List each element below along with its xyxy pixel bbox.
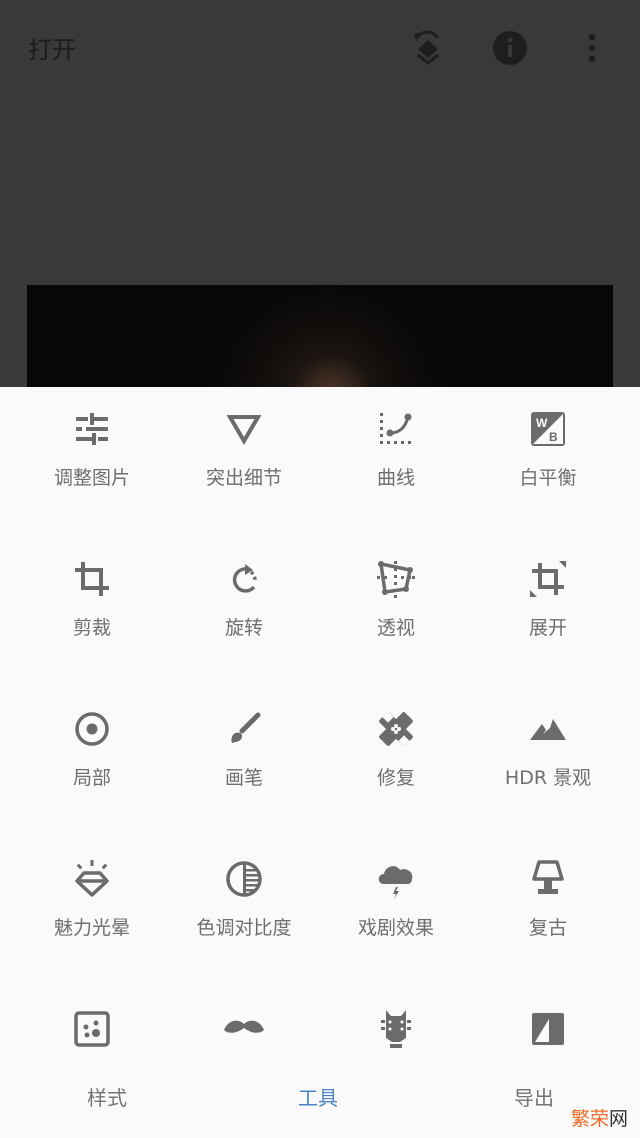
tool-label: 修复 — [376, 767, 415, 789]
healing-bandage-icon — [374, 707, 418, 751]
tab-styles[interactable]: 样式 — [87, 1082, 127, 1111]
tool-label: 复古 — [528, 917, 567, 939]
tool-item[interactable]: 魅力光晕 — [16, 837, 168, 957]
brush-icon — [222, 707, 266, 751]
vintage-lamp-icon — [526, 857, 570, 901]
drama-cloud-icon — [374, 857, 418, 901]
layers-undo-icon[interactable] — [408, 26, 448, 70]
details-triangle-icon — [222, 407, 266, 451]
selective-icon — [70, 707, 114, 751]
white-balance-icon: W B — [526, 407, 570, 451]
tool-label: 调整图片 — [53, 467, 130, 489]
tool-item[interactable]: 戏剧效果 — [320, 837, 472, 957]
tool-item[interactable]: HDR 景观 — [472, 687, 624, 807]
tool-item[interactable]: 局部 — [16, 687, 168, 807]
tool-label: 突出细节 — [205, 467, 282, 489]
grainy-film-icon — [70, 1007, 114, 1051]
hdr-mountain-icon — [526, 707, 570, 751]
expand-icon — [526, 557, 570, 601]
tool-label: 戏剧效果 — [357, 917, 434, 939]
watermark-part2: 网 — [608, 1108, 628, 1130]
watermark: 繁荣网 — [571, 1104, 628, 1131]
perspective-icon — [374, 557, 418, 601]
more-vert-icon[interactable] — [572, 26, 612, 70]
crop-icon — [70, 557, 114, 601]
curves-icon — [374, 407, 418, 451]
tool-item[interactable]: 画笔 — [168, 687, 320, 807]
tool-item[interactable]: 色调对比度 — [168, 837, 320, 957]
tool-label: 白平衡 — [519, 467, 577, 489]
tool-label: 透视 — [376, 617, 415, 639]
tools-sheet: 调整图片 突出细节 曲线 W B 白平衡 剪裁 旋转 透视 展开局部 画笔 修复 HD… — [0, 387, 640, 1138]
tool-item[interactable]: 剪裁 — [16, 537, 168, 657]
tool-label: 旋转 — [224, 617, 263, 639]
tool-item[interactable]: W B 白平衡 — [472, 387, 624, 507]
tool-item[interactable]: 调整图片 — [16, 387, 168, 507]
tool-label: 色调对比度 — [196, 917, 292, 939]
tool-label: HDR 景观 — [504, 767, 592, 789]
tab-export[interactable]: 导出 — [514, 1082, 554, 1111]
tool-label: 局部 — [72, 767, 111, 789]
watermark-part1: 繁荣 — [570, 1108, 609, 1130]
tool-item[interactable]: 旋转 — [168, 537, 320, 657]
retrolux-mustache-icon — [222, 1007, 266, 1051]
tool-label: 展开 — [528, 617, 567, 639]
info-icon[interactable] — [490, 26, 530, 70]
tool-label: 剪裁 — [72, 617, 111, 639]
photo-preview — [27, 285, 613, 395]
open-button[interactable]: 打开 — [28, 30, 76, 65]
tool-label: 曲线 — [376, 467, 415, 489]
tool-item[interactable]: 突出细节 — [168, 387, 320, 507]
tool-label: 画笔 — [224, 767, 263, 789]
rotate-icon — [222, 557, 266, 601]
tab-tools[interactable]: 工具 — [298, 1082, 338, 1111]
tool-item[interactable]: 透视 — [320, 537, 472, 657]
svg-text:B: B — [549, 430, 558, 444]
top-app-bar: 打开 — [0, 0, 640, 96]
tool-item[interactable]: 复古 — [472, 837, 624, 957]
tune-sliders-icon — [70, 407, 114, 451]
grunge-guitar-icon — [374, 1007, 418, 1051]
tool-item[interactable]: 曲线 — [320, 387, 472, 507]
tool-label: 魅力光晕 — [53, 917, 130, 939]
black-white-icon — [526, 1007, 570, 1051]
tool-item[interactable]: 展开 — [472, 537, 624, 657]
svg-text:W: W — [536, 416, 548, 430]
bottom-navigation: 样式 工具 导出 — [0, 1058, 640, 1138]
tonal-contrast-icon — [222, 857, 266, 901]
glamour-glow-diamond-icon — [70, 857, 114, 901]
tool-item[interactable]: 修复 — [320, 687, 472, 807]
